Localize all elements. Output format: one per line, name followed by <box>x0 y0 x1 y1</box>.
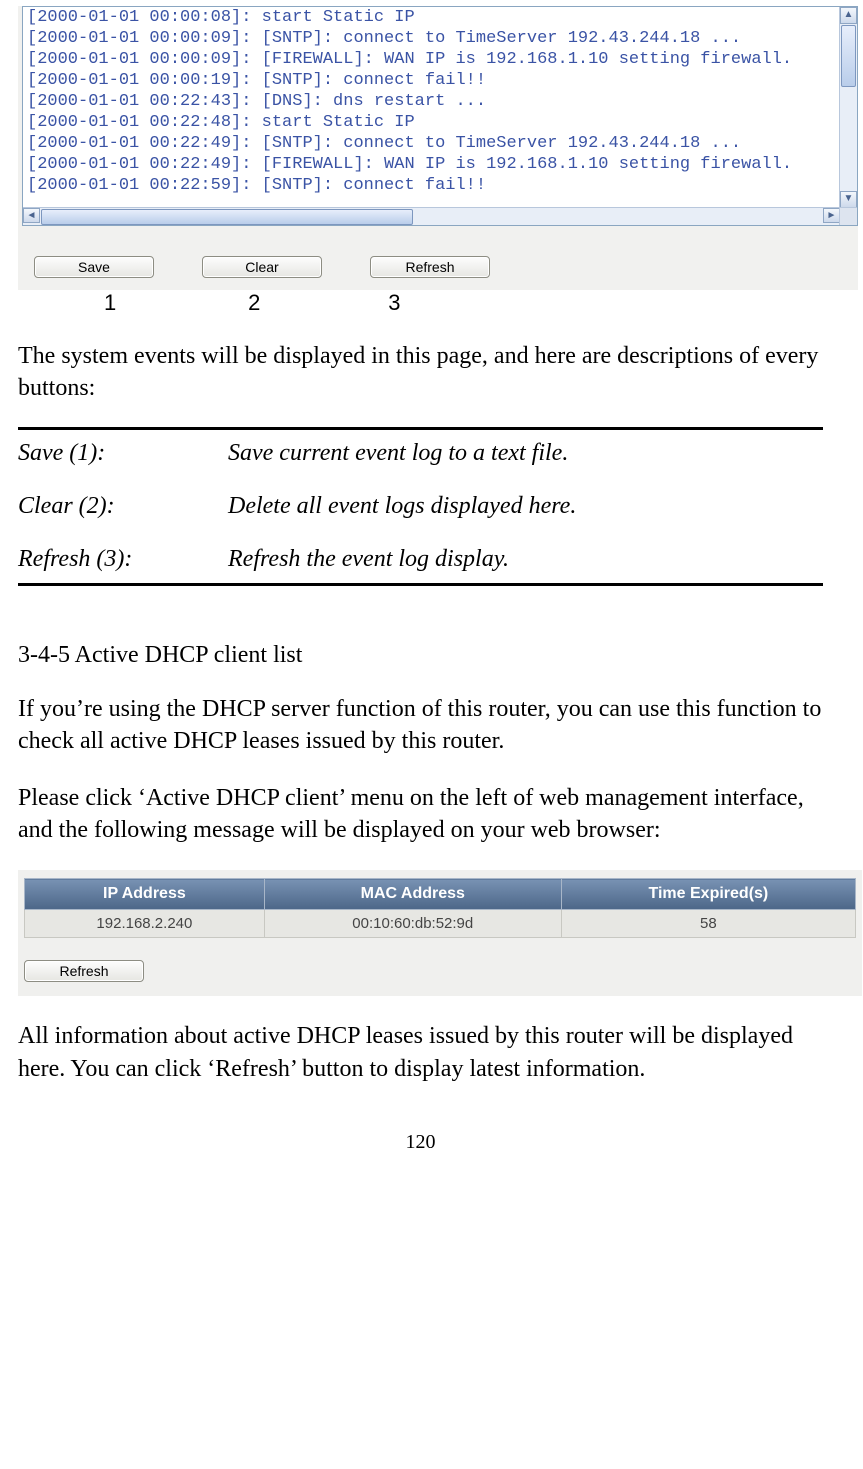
refresh-button[interactable]: Refresh <box>370 256 490 278</box>
table-cell: 192.168.2.240 <box>25 910 265 938</box>
definition-row: Clear (2):Delete all event logs displaye… <box>18 493 823 520</box>
event-log-text: [2000-01-01 00:00:08]: start Static IP [… <box>23 7 857 196</box>
event-log-box: [2000-01-01 00:00:08]: start Static IP [… <box>22 6 858 226</box>
vertical-scroll-thumb[interactable] <box>841 25 856 87</box>
table-cell: 58 <box>561 910 855 938</box>
event-log-panel: [2000-01-01 00:00:08]: start Static IP [… <box>18 6 858 290</box>
button-number-labels: 1 2 3 <box>18 290 823 316</box>
label-3: 3 <box>388 290 400 316</box>
definition-row: Refresh (3):Refresh the event log displa… <box>18 546 823 573</box>
vertical-scrollbar[interactable]: ▲ ▼ <box>839 7 857 208</box>
horizontal-scroll-thumb[interactable] <box>41 209 413 225</box>
dhcp-client-panel: IP AddressMAC AddressTime Expired(s) 192… <box>18 870 862 996</box>
definition-label: Save (1): <box>18 440 228 467</box>
scrollbar-corner <box>839 207 857 225</box>
dhcp-intro-paragraph-2: Please click ‘Active DHCP client’ menu o… <box>18 782 823 847</box>
dhcp-column-header: IP Address <box>25 879 265 910</box>
definition-label: Clear (2): <box>18 493 228 520</box>
label-2: 2 <box>248 290 382 316</box>
definition-description: Save current event log to a text file. <box>228 440 568 467</box>
dhcp-client-table: IP AddressMAC AddressTime Expired(s) 192… <box>24 878 856 938</box>
label-1: 1 <box>104 290 242 316</box>
table-cell: 00:10:60:db:52:9d <box>264 910 561 938</box>
page-number: 120 <box>18 1131 823 1154</box>
definition-description: Refresh the event log display. <box>228 546 509 573</box>
dhcp-column-header: Time Expired(s) <box>561 879 855 910</box>
table-row: 192.168.2.24000:10:60:db:52:9d58 <box>25 910 856 938</box>
scroll-right-arrow-icon[interactable]: ► <box>823 208 840 223</box>
scroll-up-arrow-icon[interactable]: ▲ <box>840 7 857 24</box>
scroll-down-arrow-icon[interactable]: ▼ <box>840 191 857 208</box>
dhcp-outro-paragraph: All information about active DHCP leases… <box>18 1020 823 1085</box>
dhcp-intro-paragraph-1: If you’re using the DHCP server function… <box>18 693 823 758</box>
clear-button[interactable]: Clear <box>202 256 322 278</box>
definition-label: Refresh (3): <box>18 546 228 573</box>
section-title: 3-4-5 Active DHCP client list <box>18 642 823 669</box>
button-definitions-table: Save (1):Save current event log to a tex… <box>18 427 823 586</box>
horizontal-scrollbar[interactable]: ◄ ► <box>23 207 840 225</box>
dhcp-refresh-button[interactable]: Refresh <box>24 960 144 982</box>
definition-description: Delete all event logs displayed here. <box>228 493 576 520</box>
definition-row: Save (1):Save current event log to a tex… <box>18 440 823 467</box>
dhcp-column-header: MAC Address <box>264 879 561 910</box>
intro-paragraph: The system events will be displayed in t… <box>18 340 823 405</box>
scroll-left-arrow-icon[interactable]: ◄ <box>23 208 40 223</box>
save-button[interactable]: Save <box>34 256 154 278</box>
